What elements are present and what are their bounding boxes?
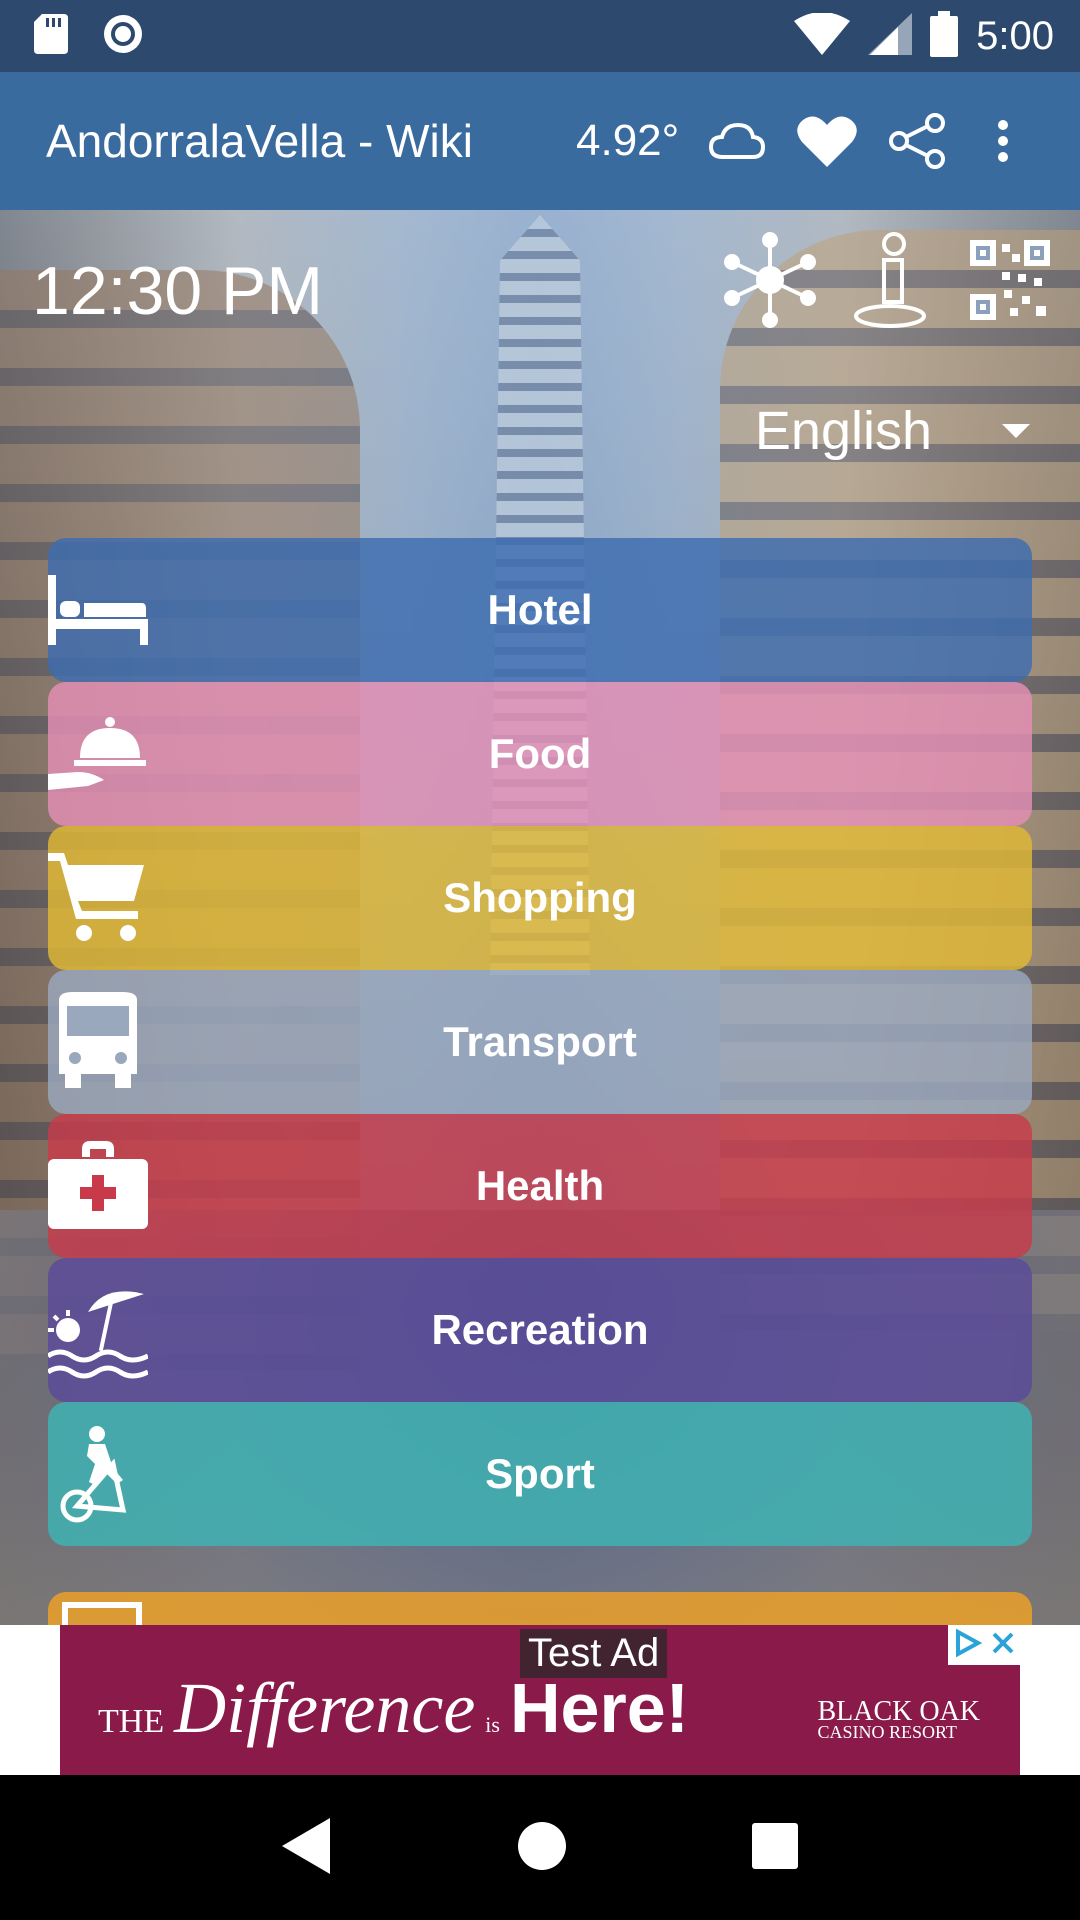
menu-item-partial[interactable] [48,1592,1032,1625]
wifi-icon [794,12,851,59]
app-title: AndorralaVella - Wiki [46,115,473,167]
menu-label: Sport [485,1450,595,1497]
heart-icon[interactable] [797,115,857,167]
back-icon[interactable] [282,1817,332,1878]
exercise-icon [48,1424,148,1524]
language-dropdown[interactable]: English [755,400,1030,462]
menu-item-recreation[interactable]: Recreation [48,1258,1032,1402]
close-icon[interactable] [990,1630,1016,1660]
ad-text-is: is [485,1712,500,1737]
menu-item-sport[interactable]: Sport [48,1402,1032,1546]
ad-brand-line2: CASINO RESORT [817,1722,957,1743]
food-tray-icon [48,704,148,804]
menu-label: Recreation [431,1306,649,1353]
temperature: 4.92° [576,116,680,165]
main-content: 12:30 PM English Hotel Food Shopping Tra… [0,210,1080,1625]
status-time: 5:00 [976,13,1054,58]
menu-label: Health [475,1162,605,1209]
monitor-icon [62,1602,142,1625]
language-selected: English [754,401,932,461]
ad-brand-line1: BLACK OAK [817,1696,980,1727]
chevron-down-icon [1002,424,1030,438]
bus-icon [48,992,148,1092]
status-bar: 5:00 [0,0,1080,72]
ad-text-the: THE [98,1703,165,1740]
menu-item-transport[interactable]: Transport [48,970,1032,1114]
cloud-icon[interactable] [709,121,766,161]
battery-icon [930,11,959,61]
ad-brand: BLACK OAK CASINO RESORT [817,1696,980,1743]
cart-icon [48,848,148,948]
menu-label: Shopping [443,874,637,921]
network-icon[interactable] [720,230,820,334]
circle-record-icon [102,13,144,59]
menu-item-shopping[interactable]: Shopping [48,826,1032,970]
menu-item-health[interactable]: Health [48,1114,1032,1258]
menu-label: Transport [443,1018,637,1065]
menu-label: Food [488,730,592,777]
bed-icon [48,560,148,660]
ad-banner[interactable]: THE Difference is Here! BLACK OAK CASINO… [60,1625,1020,1775]
share-icon[interactable] [887,113,947,169]
menu-item-food[interactable]: Food [48,682,1032,826]
beach-icon [48,1280,148,1380]
recents-icon[interactable] [752,1822,798,1873]
more-vert-icon[interactable] [997,119,1009,163]
clock-text: 12:30 PM [32,253,324,329]
qr-code-icon[interactable] [970,240,1050,324]
ad-text-difference: Difference [174,1668,476,1748]
app-bar: AndorralaVella - Wiki 4.92° [0,72,1080,210]
ad-choices-badge[interactable] [948,1625,1020,1665]
medical-kit-icon [48,1136,148,1236]
category-menu: Hotel Food Shopping Transport Health Rec… [48,538,1032,1546]
menu-item-hotel[interactable]: Hotel [48,538,1032,682]
adchoices-icon [952,1628,983,1662]
menu-label: Hotel [487,586,593,633]
home-icon[interactable] [516,1820,568,1876]
ad-area: THE Difference is Here! BLACK OAK CASINO… [0,1625,1080,1775]
navigation-bar [0,1775,1080,1920]
cell-signal-icon [868,13,913,59]
sd-card-icon [34,14,68,58]
ad-text-here: Here! [509,1669,689,1747]
test-ad-label: Test Ad [520,1629,668,1678]
info-person-icon[interactable] [850,230,940,334]
